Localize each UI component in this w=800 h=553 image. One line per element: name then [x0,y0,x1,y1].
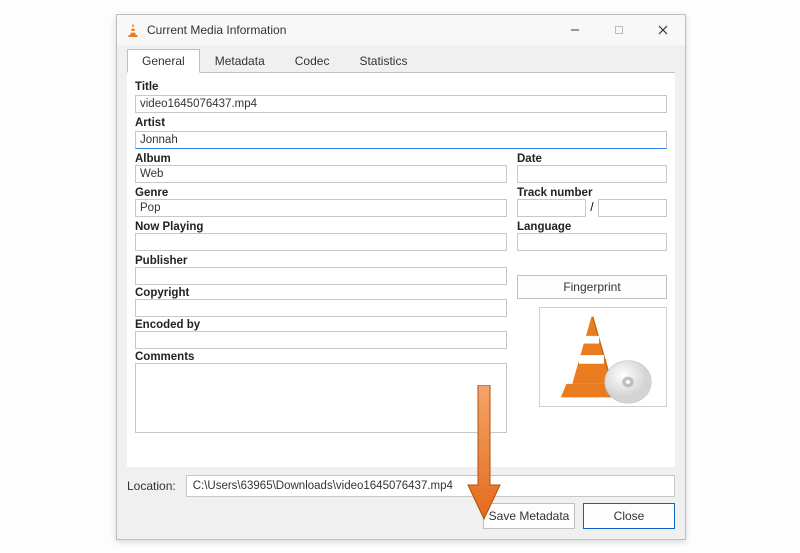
window-controls [553,15,685,45]
tabbar: General Metadata Codec Statistics [127,49,675,73]
album-label: Album [135,153,507,165]
date-input[interactable] [517,165,667,183]
comments-input[interactable] [135,363,507,433]
tab-codec[interactable]: Codec [280,49,345,72]
window-title: Current Media Information [147,23,553,37]
vlc-cone-icon [125,22,141,38]
language-input[interactable] [517,233,667,251]
artist-input[interactable] [135,131,667,149]
title-input[interactable] [135,95,667,113]
dialog-footer: Save Metadata Close [117,503,685,539]
fingerprint-button[interactable]: Fingerprint [517,275,667,299]
copyright-label: Copyright [135,287,507,299]
track-number-a-input[interactable] [517,199,586,217]
tab-metadata[interactable]: Metadata [200,49,280,72]
location-row: Location: [127,475,675,497]
encoded-by-input[interactable] [135,331,507,349]
artist-label: Artist [135,117,667,129]
minimize-button[interactable] [553,15,597,45]
media-info-window: Current Media Information General Metada… [116,14,686,540]
title-label: Title [135,81,667,93]
encoded-by-label: Encoded by [135,319,507,331]
tab-statistics[interactable]: Statistics [344,49,422,72]
close-button[interactable]: Close [583,503,675,529]
location-input[interactable] [186,475,675,497]
language-label: Language [517,221,667,233]
titlebar: Current Media Information [117,15,685,45]
location-label: Location: [127,479,176,493]
maximize-button[interactable] [597,15,641,45]
comments-label: Comments [135,351,507,363]
track-separator: / [586,202,597,214]
genre-input[interactable] [135,199,507,217]
album-input[interactable] [135,165,507,183]
publisher-input[interactable] [135,267,507,285]
album-artwork [539,307,667,407]
tab-general[interactable]: General [127,49,200,73]
genre-label: Genre [135,187,507,199]
copyright-input[interactable] [135,299,507,317]
date-label: Date [517,153,667,165]
close-window-button[interactable] [641,15,685,45]
publisher-label: Publisher [135,255,507,267]
tab-content-general: Title Artist Album Date Genre Track numb… [127,73,675,467]
now-playing-label: Now Playing [135,221,507,233]
save-metadata-button[interactable]: Save Metadata [483,503,575,529]
track-number-label: Track number [517,187,667,199]
track-number-b-input[interactable] [598,199,667,217]
now-playing-input[interactable] [135,233,507,251]
